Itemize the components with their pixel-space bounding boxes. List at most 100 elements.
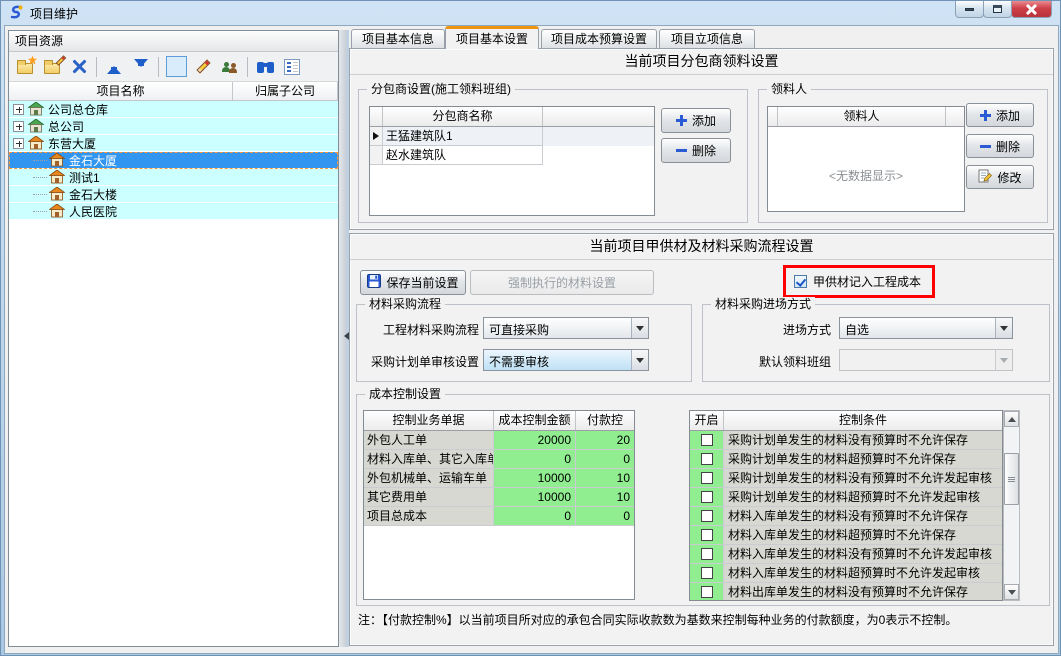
cost-table-row[interactable]: 项目总成本 0 0 bbox=[364, 507, 634, 526]
cost-table-row[interactable]: 其它费用单 10000 10 bbox=[364, 488, 634, 507]
tree-item-peoples-hospital[interactable]: 人民医院 bbox=[9, 203, 338, 220]
tab-project-basic-settings[interactable]: 项目基本设置 bbox=[445, 26, 539, 49]
tree-item-dongying-tower[interactable]: 东营大厦 bbox=[9, 135, 338, 152]
subcontractor-name-cell[interactable]: 赵水建筑队 bbox=[383, 146, 543, 165]
subcontractor-delete-button[interactable]: 删除 bbox=[661, 138, 731, 163]
tree-item-head-office[interactable]: 总公司 bbox=[9, 118, 338, 135]
move-down-button[interactable] bbox=[129, 55, 153, 79]
subcontractor-add-button[interactable]: 添加 bbox=[661, 108, 731, 133]
tree-item-company-warehouse[interactable]: 公司总仓库 bbox=[9, 101, 338, 118]
subcontractor-name-cell[interactable]: 王猛建筑队1 bbox=[383, 127, 543, 146]
maximize-button[interactable] bbox=[983, 1, 1012, 18]
subcontractor-name-header[interactable]: 分包商名称 bbox=[383, 107, 543, 126]
condition-row[interactable]: 采购计划单发生的材料超预算时不允许发起审核 bbox=[690, 488, 1002, 507]
tab-project-basic-info[interactable]: 项目基本信息 bbox=[351, 29, 445, 49]
cost-table-row[interactable]: 外包人工单 20000 20 bbox=[364, 431, 634, 450]
no-data-text: <无数据显示> bbox=[768, 167, 964, 184]
collapse-left-icon[interactable] bbox=[340, 332, 349, 340]
tab-project-cost-budget-settings[interactable]: 项目成本预算设置 bbox=[541, 29, 657, 49]
cost-amount-cell[interactable]: 10000 bbox=[494, 469, 576, 488]
report-button[interactable] bbox=[280, 55, 304, 79]
condition-checkbox[interactable] bbox=[701, 548, 713, 560]
column-header-subcompany[interactable]: 归属子公司 bbox=[233, 82, 338, 100]
cost-percent-cell[interactable]: 0 bbox=[576, 450, 634, 469]
tree-item-jinshi-building[interactable]: 金石大楼 bbox=[9, 186, 338, 203]
save-current-settings-button[interactable]: 保存当前设置 bbox=[360, 270, 466, 295]
condition-checkbox[interactable] bbox=[701, 529, 713, 541]
condition-row[interactable]: 材料入库单发生的材料超预算时不允许保存 bbox=[690, 526, 1002, 545]
picker-add-button[interactable]: 添加 bbox=[966, 103, 1034, 127]
users-button[interactable] bbox=[218, 55, 242, 79]
cost-col-amount-header[interactable]: 成本控制金额 bbox=[494, 411, 576, 430]
condition-checkbox[interactable] bbox=[701, 510, 713, 522]
condition-row[interactable]: 采购计划单发生的材料超预算时不允许保存 bbox=[690, 450, 1002, 469]
edit-pencil-button[interactable] bbox=[191, 55, 215, 79]
cost-col-percent-header[interactable]: 付款控制% bbox=[576, 411, 634, 430]
condition-text-cell: 采购计划单发生的材料没有预算时不允许发起审核 bbox=[724, 469, 1002, 488]
scrollbar-thumb[interactable] bbox=[1004, 453, 1019, 505]
tab-project-initiation-info[interactable]: 项目立项信息 bbox=[659, 29, 755, 49]
condition-enable-header[interactable]: 开启 bbox=[690, 411, 724, 430]
default-picking-team-dropdown[interactable] bbox=[839, 349, 1013, 371]
payment-control-note: 注：【付款控制%】以当前项目所对应的承包合同实际收款数为基数来控制每种业务的付款… bbox=[358, 611, 1050, 628]
entry-mode-dropdown[interactable]: 自选 bbox=[839, 317, 1013, 339]
cost-amount-cell[interactable]: 20000 bbox=[494, 431, 576, 450]
condition-row[interactable]: 材料入库单发生的材料超预算时不允许发起审核 bbox=[690, 564, 1002, 583]
column-header-project-name[interactable]: 项目名称 bbox=[9, 82, 233, 100]
delete-button[interactable] bbox=[67, 55, 91, 79]
condition-row[interactable]: 采购计划单发生的材料没有预算时不允许保存 bbox=[690, 431, 1002, 450]
condition-checkbox[interactable] bbox=[701, 453, 713, 465]
condition-table-scrollbar[interactable] bbox=[1003, 410, 1020, 601]
new-folder-button[interactable] bbox=[13, 55, 37, 79]
tree-item-test1[interactable]: 测试1 bbox=[9, 169, 338, 186]
expand-icon[interactable] bbox=[13, 138, 24, 149]
condition-checkbox[interactable] bbox=[701, 491, 713, 503]
panel-splitter[interactable] bbox=[339, 30, 349, 647]
cost-table-row[interactable]: 材料入库单、其它入库单 0 0 bbox=[364, 450, 634, 469]
close-icon bbox=[1026, 4, 1037, 15]
purchase-flow-dropdown[interactable]: 可直接采购 bbox=[483, 317, 649, 339]
dropdown-button[interactable] bbox=[995, 318, 1012, 338]
picking-settings-panel: 当前项目分包商领料设置 分包商设置(施工领料班组) 分包商名称 王猛建筑队1 赵… bbox=[349, 48, 1054, 230]
condition-row[interactable]: 材料出库单发生的材料没有预算时不允许保存 bbox=[690, 583, 1002, 601]
cost-table-row[interactable]: 外包机械单、运输车单 10000 10 bbox=[364, 469, 634, 488]
condition-checkbox[interactable] bbox=[701, 567, 713, 579]
cost-amount-cell[interactable]: 0 bbox=[494, 450, 576, 469]
find-button[interactable] bbox=[253, 55, 277, 79]
tree-item-jinshi-tower[interactable]: 金石大厦 bbox=[9, 152, 338, 169]
cost-col-doc-header[interactable]: 控制业务单据 bbox=[364, 411, 494, 430]
cost-percent-cell[interactable]: 0 bbox=[576, 507, 634, 526]
picker-delete-button[interactable]: 删除 bbox=[966, 134, 1034, 158]
expand-icon[interactable] bbox=[13, 121, 24, 132]
color-swatch-button[interactable] bbox=[164, 55, 188, 79]
table-row[interactable]: 王猛建筑队1 bbox=[370, 127, 654, 146]
condition-row[interactable]: 材料入库单发生的材料没有预算时不允许保存 bbox=[690, 507, 1002, 526]
condition-row[interactable]: 材料入库单发生的材料没有预算时不允许发起审核 bbox=[690, 545, 1002, 564]
cost-amount-cell[interactable]: 0 bbox=[494, 507, 576, 526]
condition-checkbox[interactable] bbox=[701, 586, 713, 598]
scroll-down-button[interactable] bbox=[1004, 584, 1019, 600]
plan-review-dropdown[interactable]: 不需要审核 bbox=[483, 349, 649, 371]
condition-checkbox[interactable] bbox=[701, 472, 713, 484]
condition-text-header[interactable]: 控制条件 bbox=[724, 411, 1002, 430]
move-up-button[interactable] bbox=[102, 55, 126, 79]
condition-row[interactable]: 采购计划单发生的材料没有预算时不允许发起审核 bbox=[690, 469, 1002, 488]
picker-name-header[interactable]: 领料人 bbox=[778, 107, 946, 126]
picker-modify-button[interactable]: 修改 bbox=[966, 165, 1034, 189]
dropdown-button[interactable] bbox=[631, 318, 648, 338]
cost-percent-cell[interactable]: 20 bbox=[576, 431, 634, 450]
cost-percent-cell[interactable]: 10 bbox=[576, 469, 634, 488]
table-row[interactable]: 赵水建筑队 bbox=[370, 146, 654, 165]
force-material-settings-button[interactable]: 强制执行的材料设置 bbox=[470, 270, 654, 295]
expand-icon[interactable] bbox=[13, 104, 24, 115]
scroll-up-button[interactable] bbox=[1004, 411, 1019, 427]
dropdown-button[interactable] bbox=[631, 350, 648, 370]
close-button[interactable] bbox=[1011, 1, 1052, 18]
cost-amount-cell[interactable]: 10000 bbox=[494, 488, 576, 507]
owner-material-checkbox[interactable] bbox=[794, 275, 807, 288]
dropdown-button[interactable] bbox=[995, 350, 1012, 370]
condition-checkbox[interactable] bbox=[701, 434, 713, 446]
minimize-button[interactable] bbox=[955, 1, 984, 18]
cost-percent-cell[interactable]: 10 bbox=[576, 488, 634, 507]
edit-folder-button[interactable] bbox=[40, 55, 64, 79]
